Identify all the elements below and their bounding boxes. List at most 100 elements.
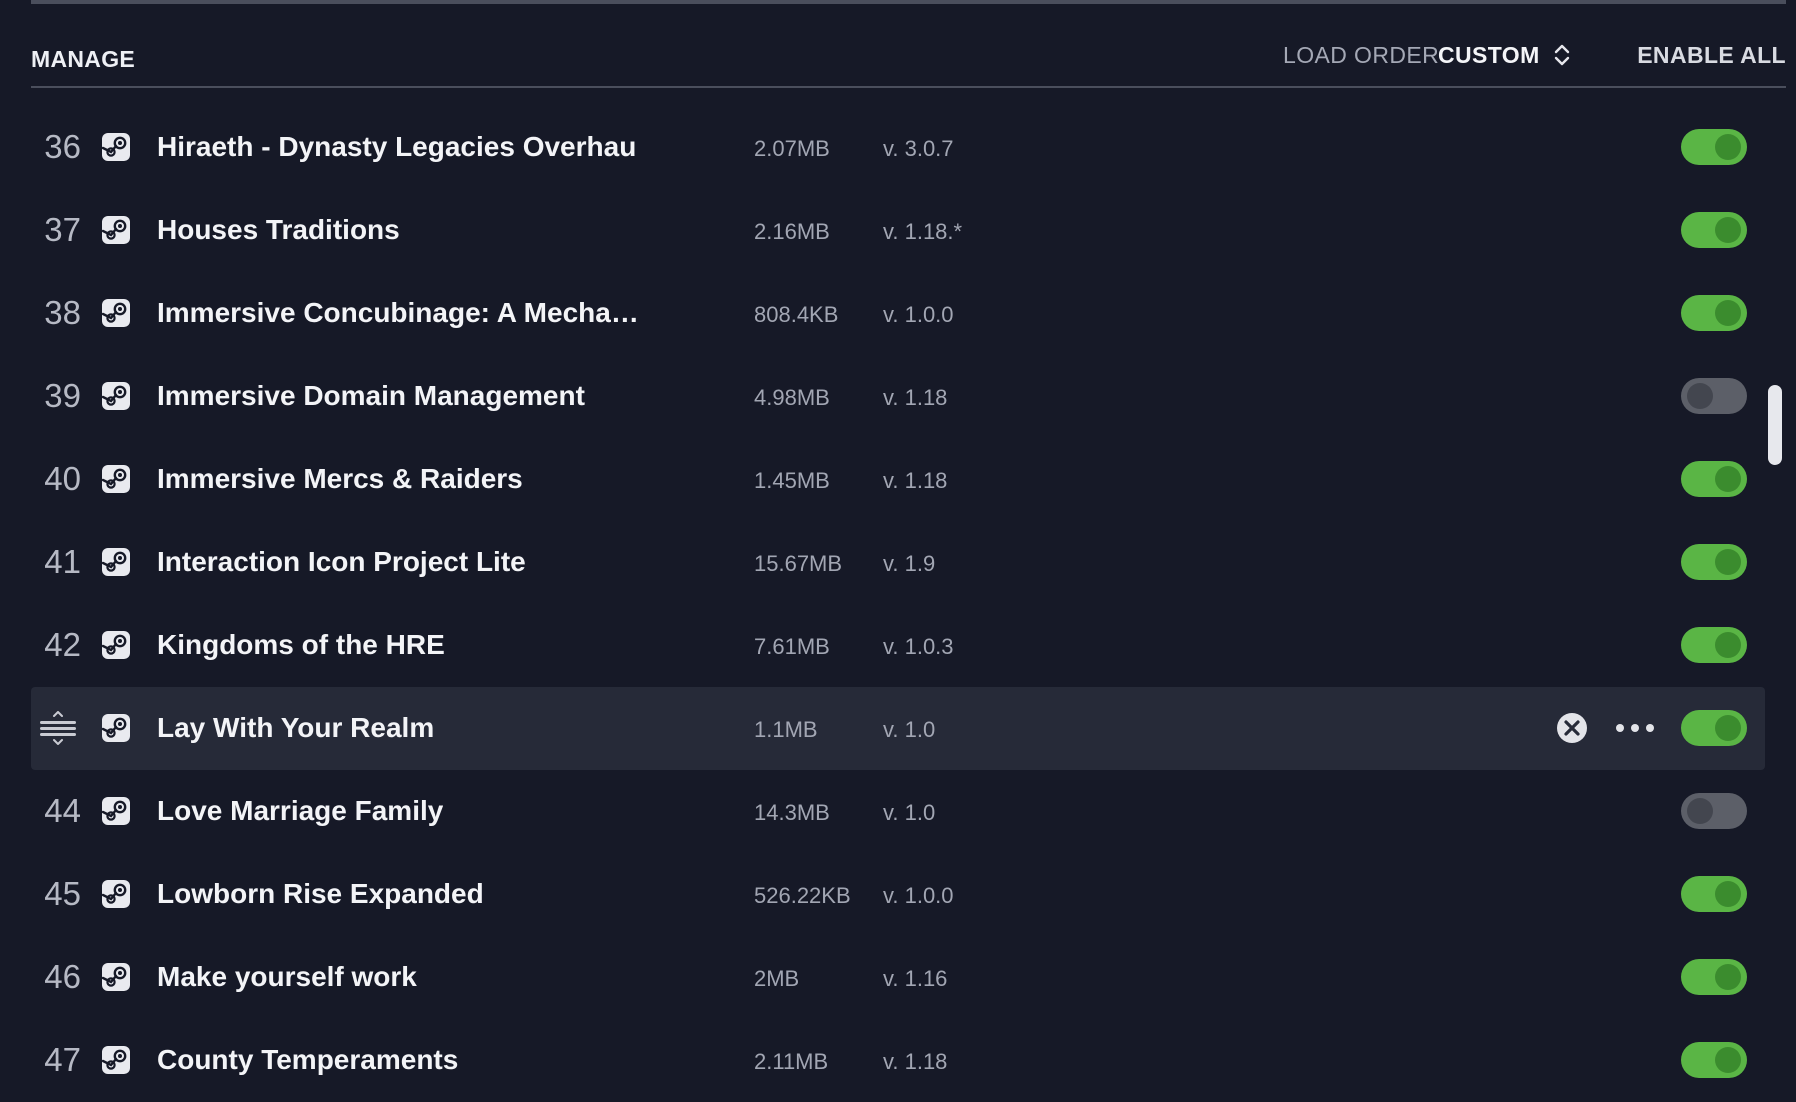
close-circle-icon[interactable]: [1555, 711, 1589, 745]
steam-icon: [101, 464, 131, 494]
sort-updown-icon[interactable]: [1553, 41, 1571, 69]
toggle-knob: [1715, 466, 1741, 492]
toggle-knob: [1715, 217, 1741, 243]
mod-enabled-toggle[interactable]: [1681, 876, 1747, 912]
mod-enabled-toggle[interactable]: [1681, 627, 1747, 663]
mod-enabled-toggle[interactable]: [1681, 129, 1747, 165]
mod-load-index: 45: [44, 875, 81, 912]
mod-name: Houses Traditions: [157, 214, 400, 245]
steam-icon: [101, 298, 131, 328]
toggle-knob: [1715, 549, 1741, 575]
mod-load-index: 40: [44, 460, 81, 497]
mod-enabled-toggle[interactable]: [1681, 793, 1747, 829]
mod-enabled-toggle[interactable]: [1681, 1042, 1747, 1078]
mod-row[interactable]: 41 Interaction Icon Project Lite 15.67MB v.…: [31, 521, 1765, 604]
mod-enabled-toggle[interactable]: [1681, 959, 1747, 995]
steam-icon: [101, 879, 131, 909]
mod-row[interactable]: 46 Make yourself work 2MB v. 1.16: [31, 936, 1765, 1019]
mod-row[interactable]: 38 Immersive Concubinage: A Mecha… 808.4KB…: [31, 272, 1765, 355]
top-divider: [31, 0, 1786, 4]
mod-size: 4.98MB: [754, 385, 830, 410]
mod-version: v. 1.0.0: [883, 883, 954, 908]
mod-version: v. 1.0: [883, 717, 936, 742]
mod-load-index: 46: [44, 958, 81, 995]
mod-load-index: 47: [44, 1041, 81, 1078]
mod-version: v. 1.18: [883, 385, 948, 410]
toggle-knob: [1715, 881, 1741, 907]
mod-row[interactable]: 42 Kingdoms of the HRE 7.61MB v. 1.0.3: [31, 604, 1765, 687]
mod-size: 2.07MB: [754, 136, 830, 161]
mod-version: v. 1.0.3: [883, 634, 954, 659]
steam-icon: [101, 630, 131, 660]
steam-icon: [101, 1045, 131, 1075]
mod-size: 14.3MB: [754, 800, 830, 825]
mod-enabled-toggle[interactable]: [1681, 295, 1747, 331]
mod-name: Love Marriage Family: [157, 795, 444, 826]
steam-icon: [101, 962, 131, 992]
toggle-knob: [1715, 134, 1741, 160]
steam-icon: [101, 215, 131, 245]
mod-name: Immersive Mercs & Raiders: [157, 463, 523, 494]
toggle-knob: [1687, 383, 1713, 409]
mod-size: 2.16MB: [754, 219, 830, 244]
mod-name: Immersive Concubinage: A Mecha…: [157, 297, 637, 328]
mod-load-index: 42: [44, 626, 81, 663]
steam-icon: [101, 381, 131, 411]
mod-enabled-toggle[interactable]: [1681, 212, 1747, 248]
mod-name: Hiraeth - Dynasty Legacies Overhaul: [157, 131, 637, 162]
steam-icon: [101, 796, 131, 826]
mod-name: County Temperaments: [157, 1044, 459, 1075]
mod-version: v. 1.0.0: [883, 302, 954, 327]
toggle-knob: [1715, 632, 1741, 658]
load-order-select[interactable]: CUSTOM: [1438, 42, 1540, 69]
mod-version: v. 1.16: [883, 966, 948, 991]
mod-name: Lay With Your Realm: [157, 712, 435, 743]
toggle-knob: [1715, 1047, 1741, 1073]
mod-version: v. 1.0: [883, 800, 936, 825]
mod-size: 526.22KB: [754, 883, 851, 908]
mod-enabled-toggle[interactable]: [1681, 710, 1747, 746]
mod-row[interactable]: 44 Love Marriage Family 14.3MB v. 1.0: [31, 770, 1765, 853]
mod-row[interactable]: Lay With Your Realm 1.1MB v. 1.0: [31, 687, 1765, 770]
mod-load-index: 39: [44, 377, 81, 414]
mod-enabled-toggle[interactable]: [1681, 544, 1747, 580]
mod-list: 36 Hiraeth - Dynasty Legacies Overhaul 2.0…: [31, 106, 1765, 1102]
mod-row[interactable]: 40 Immersive Mercs & Raiders 1.45MB v. 1.18: [31, 438, 1765, 521]
mod-size: 808.4KB: [754, 302, 839, 327]
mod-version: v. 1.18.*: [883, 219, 963, 244]
mod-row[interactable]: 37 Houses Traditions 2.16MB v. 1.18.*: [31, 189, 1765, 272]
mod-enabled-toggle[interactable]: [1681, 461, 1747, 497]
steam-icon: [101, 713, 131, 743]
more-horizontal-icon[interactable]: [1613, 711, 1657, 745]
mod-size: 1.45MB: [754, 468, 830, 493]
toggle-knob: [1715, 715, 1741, 741]
mod-name: Immersive Domain Management: [157, 380, 585, 411]
mod-name: Interaction Icon Project Lite: [157, 546, 526, 577]
mod-size: 7.61MB: [754, 634, 830, 659]
toggle-knob: [1715, 964, 1741, 990]
toggle-knob: [1715, 300, 1741, 326]
mod-load-index: 36: [44, 128, 81, 165]
mod-name: Lowborn Rise Expanded: [157, 878, 484, 909]
mod-size: 2.11MB: [754, 1049, 829, 1074]
mod-row[interactable]: 47 County Temperaments 2.11MB v. 1.18: [31, 1019, 1765, 1102]
enable-all-button[interactable]: ENABLE ALL: [1637, 42, 1786, 69]
mod-row[interactable]: 45 Lowborn Rise Expanded 526.22KB v. 1.0.0: [31, 853, 1765, 936]
load-order-label: LOAD ORDER: [1283, 42, 1440, 68]
mod-load-index: 38: [44, 294, 81, 331]
mod-name: Make yourself work: [157, 961, 417, 992]
mod-row[interactable]: 39 Immersive Domain Management 4.98MB v. 1.…: [31, 355, 1765, 438]
mod-size: 1.1MB: [754, 717, 818, 742]
drag-handle-icon[interactable]: [39, 711, 77, 745]
manage-header: MANAGE LOAD ORDER CUSTOM ENABLE ALL: [31, 30, 1786, 88]
mod-version: v. 1.18: [883, 1049, 948, 1074]
mod-load-index: 44: [44, 792, 81, 829]
scrollbar-thumb[interactable]: [1768, 385, 1782, 465]
mod-enabled-toggle[interactable]: [1681, 378, 1747, 414]
mod-version: v. 3.0.7: [883, 136, 954, 161]
steam-icon: [101, 132, 131, 162]
mod-row[interactable]: 36 Hiraeth - Dynasty Legacies Overhaul 2.0…: [31, 106, 1765, 189]
toggle-knob: [1687, 798, 1713, 824]
mod-name: Kingdoms of the HRE: [157, 629, 445, 660]
manage-title: MANAGE: [31, 46, 136, 72]
